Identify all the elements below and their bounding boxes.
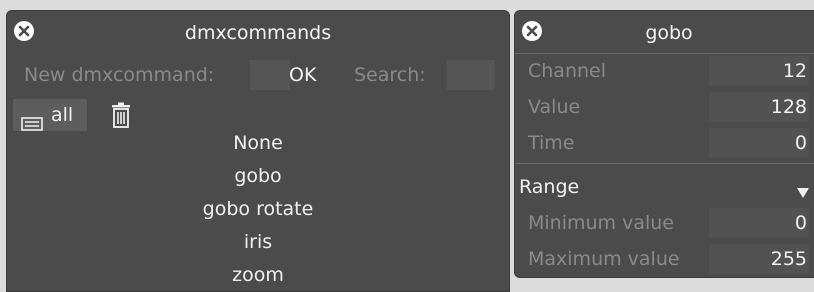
- list-item[interactable]: None: [7, 127, 509, 160]
- time-row: Time 0: [515, 125, 814, 161]
- min-value-field[interactable]: 0: [709, 208, 809, 238]
- channel-label: Channel: [528, 60, 607, 82]
- max-value-field[interactable]: 255: [709, 244, 809, 274]
- panel-titlebar: gobo: [515, 11, 814, 53]
- channel-row: Channel 12: [515, 53, 814, 89]
- divider: [515, 163, 814, 164]
- list-item[interactable]: gobo: [7, 160, 509, 193]
- range-section-header[interactable]: Range: [515, 169, 814, 205]
- value-row: Value 128: [515, 89, 814, 125]
- gobo-panel: gobo Channel 12 Value 128 Time 0 Range M…: [514, 10, 814, 278]
- channel-field[interactable]: 12: [709, 56, 809, 86]
- time-label: Time: [528, 132, 575, 154]
- list-item[interactable]: iris: [7, 226, 509, 259]
- time-field[interactable]: 0: [709, 128, 809, 158]
- new-command-label: New dmxcommand:: [24, 64, 215, 86]
- panel-titlebar: dmxcommands: [7, 11, 509, 53]
- search-label: Search:: [354, 64, 426, 86]
- value-label: Value: [528, 96, 581, 118]
- min-value-label: Minimum value: [528, 212, 674, 234]
- command-list: None gobo gobo rotate iris zoom: [7, 127, 509, 291]
- panel-title: gobo: [645, 22, 693, 44]
- list-item[interactable]: zoom: [7, 259, 509, 291]
- ok-button[interactable]: OK: [289, 56, 316, 94]
- range-label: Range: [519, 176, 580, 198]
- dmxcommands-panel: dmxcommands New dmxcommand: OK Search: a…: [6, 10, 510, 292]
- panel-title: dmxcommands: [184, 22, 332, 44]
- search-input[interactable]: [447, 60, 495, 90]
- chevron-down-icon[interactable]: [797, 183, 809, 202]
- max-value-row: Maximum value 255: [515, 241, 814, 277]
- list-item[interactable]: gobo rotate: [7, 193, 509, 226]
- new-command-input[interactable]: [250, 60, 290, 90]
- min-value-row: Minimum value 0: [515, 205, 814, 241]
- value-field[interactable]: 128: [709, 92, 809, 122]
- new-command-row: New dmxcommand: OK Search:: [7, 56, 509, 94]
- max-value-label: Maximum value: [528, 248, 680, 270]
